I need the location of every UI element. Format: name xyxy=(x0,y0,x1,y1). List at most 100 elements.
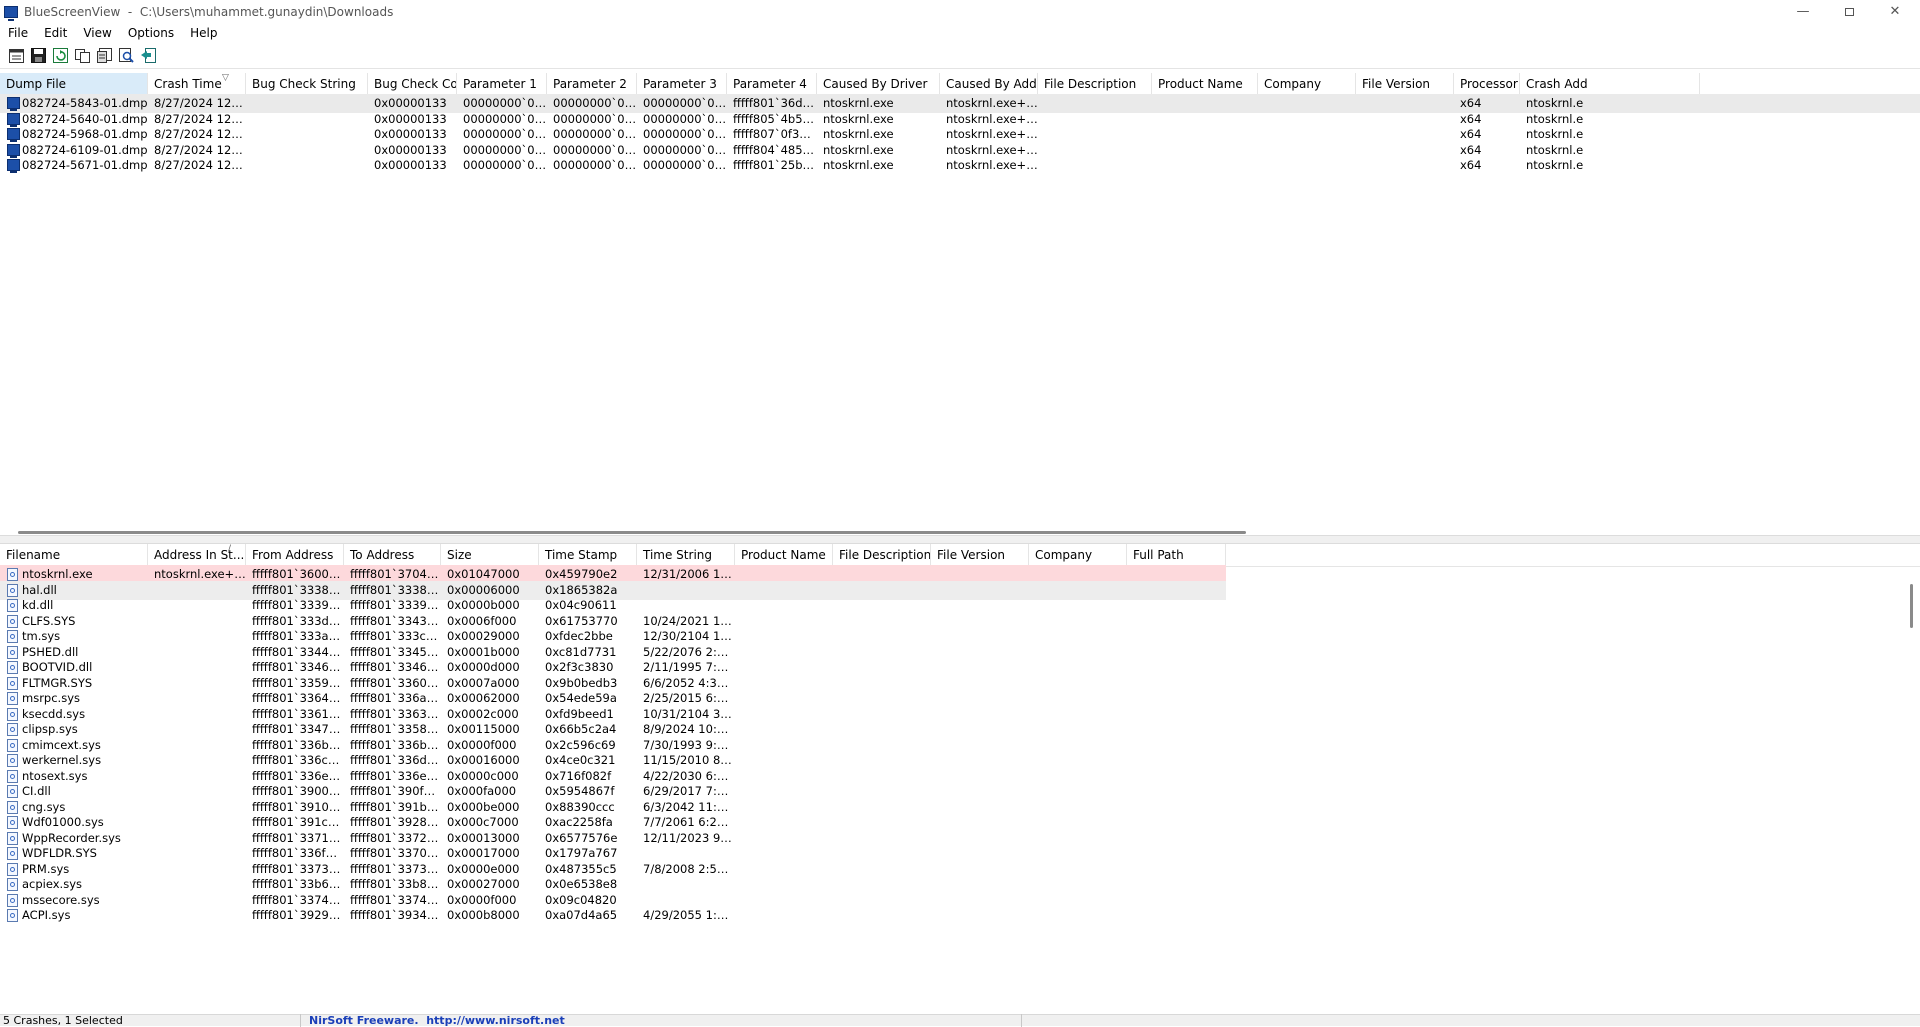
driver-list-vscrollbar[interactable] xyxy=(1908,566,1916,1014)
hscrollbar-thumb[interactable] xyxy=(18,531,1246,534)
crash-cell: x64 xyxy=(1460,158,1482,172)
crash-cell: ntoskrnl.exe+415c... xyxy=(946,158,1038,172)
crash-col-file-description[interactable]: File Description xyxy=(1038,73,1152,95)
crash-col-parameter-3[interactable]: Parameter 3 xyxy=(637,73,727,95)
close-button[interactable]: ✕ xyxy=(1872,0,1918,23)
crash-col-parameter-2[interactable]: Parameter 2 xyxy=(547,73,637,95)
driver-col-to-address[interactable]: To Address xyxy=(344,544,441,566)
driver-cell: fffff801`39290000 xyxy=(252,908,344,922)
copy-button[interactable] xyxy=(74,47,91,64)
crash-cell: 00000000`000005... xyxy=(553,158,637,172)
status-bar: 5 Crashes, 1 Selected NirSoft Freeware. … xyxy=(0,1014,1920,1027)
crash-col-company[interactable]: Company xyxy=(1258,73,1356,95)
driver-cell xyxy=(931,906,1029,925)
status-credit-link[interactable]: NirSoft Freeware. http://www.nirsoft.net xyxy=(300,1014,1022,1027)
exit-icon xyxy=(141,48,156,63)
crash-cell: 00000000`000005... xyxy=(643,158,727,172)
sort-indicator-icon: ▽ xyxy=(222,73,229,83)
crash-col-processor[interactable]: Processor xyxy=(1454,73,1520,95)
driver-col-address-in-st[interactable]: Address In St... xyxy=(148,544,246,566)
exit-button[interactable] xyxy=(140,47,157,64)
properties-button[interactable] xyxy=(96,47,113,64)
crash-col-crash-add[interactable]: Crash Add xyxy=(1520,73,1700,95)
driver-list: Filename Address In St... / From Address To … xyxy=(0,544,1920,1014)
driver-cell xyxy=(833,906,931,925)
crash-cell xyxy=(1258,156,1356,175)
crash-cell xyxy=(246,156,368,175)
driver-col-time-string[interactable]: Time String xyxy=(637,544,735,566)
save-icon xyxy=(31,48,46,63)
pane-splitter[interactable] xyxy=(0,535,1920,544)
driver-cell xyxy=(1029,906,1127,925)
crash-list-header: Dump File Crash Time ▽ Bug Check String Bug … xyxy=(0,73,1920,96)
html-report-button[interactable] xyxy=(8,47,25,64)
crash-list-hscrollbar[interactable] xyxy=(0,528,1920,535)
driver-col-from-address[interactable]: From Address xyxy=(246,544,344,566)
driver-col-time-stamp[interactable]: Time Stamp xyxy=(539,544,637,566)
crash-col-crash-time[interactable]: Crash Time xyxy=(148,73,246,95)
crash-list: Dump File Crash Time ▽ Bug Check String Bug … xyxy=(0,73,1920,535)
crash-col-parameter-4[interactable]: Parameter 4 xyxy=(727,73,817,95)
driver-cell xyxy=(1127,906,1226,925)
copy-icon xyxy=(74,48,90,63)
crash-col-parameter-1[interactable]: Parameter 1 xyxy=(457,73,547,95)
menu-view[interactable]: View xyxy=(75,23,119,43)
crash-col-bug-check-code[interactable]: Bug Check Code xyxy=(368,73,457,95)
crash-row[interactable]: 082724-5671-01.dmp 8/27/2024 12:14:34... 0… xyxy=(0,156,1920,175)
crash-col-bug-check-string[interactable]: Bug Check String xyxy=(246,73,368,95)
crash-col-caused-by-address[interactable]: Caused By Address xyxy=(940,73,1038,95)
minimize-button[interactable]: — xyxy=(1780,0,1826,23)
crash-cell xyxy=(1152,156,1258,175)
driver-cell: fffff801`39348000 xyxy=(350,908,441,922)
crash-col-dump-file[interactable]: Dump File xyxy=(0,73,148,95)
driver-cell: ACPI.sys xyxy=(22,908,71,922)
crash-col-product-name[interactable]: Product Name xyxy=(1152,73,1258,95)
driver-col-filename[interactable]: Filename xyxy=(0,544,148,566)
crash-cell xyxy=(1038,156,1152,175)
find-button[interactable] xyxy=(118,47,135,64)
minimize-icon: — xyxy=(1796,4,1810,19)
driver-col-size[interactable]: Size xyxy=(441,544,539,566)
refresh-button[interactable] xyxy=(52,47,69,64)
app-icon xyxy=(4,5,18,21)
window-title: BlueScreenView - C:\Users\muhammet.gunay… xyxy=(24,4,394,19)
maximize-button[interactable] xyxy=(1826,0,1872,23)
crash-col-caused-by-driver[interactable]: Caused By Driver xyxy=(817,73,940,95)
vscrollbar-thumb[interactable] xyxy=(1910,584,1913,628)
crash-cell xyxy=(1356,156,1454,175)
crash-cell: fffff801`25b1c340 xyxy=(733,158,817,172)
menu-edit[interactable]: Edit xyxy=(36,23,75,43)
driver-row[interactable]: ACPI.sys fffff801`39290000 fffff801`393480… xyxy=(0,906,1226,925)
driver-cell: 0xa07d4a65 xyxy=(545,908,618,922)
driver-cell xyxy=(148,906,246,925)
menu-bar: File Edit View Options Help xyxy=(0,23,1920,43)
crash-cell: 00000000`000000... xyxy=(463,158,547,172)
sort-indicator-icon: / xyxy=(228,544,232,554)
status-summary: 5 Crashes, 1 Selected xyxy=(3,1014,123,1027)
find-icon xyxy=(119,48,134,63)
driver-cell: 4/29/2055 1:53:25 ... xyxy=(643,908,735,922)
close-icon: ✕ xyxy=(1889,4,1901,19)
crash-cell: 8/27/2024 12:14:34... xyxy=(154,158,246,172)
driver-col-product-name[interactable]: Product Name xyxy=(735,544,833,566)
html-report-icon xyxy=(9,48,24,63)
crash-col-file-version[interactable]: File Version xyxy=(1356,73,1454,95)
driver-col-file-description[interactable]: File Description xyxy=(833,544,931,566)
refresh-icon xyxy=(53,48,68,63)
menu-options[interactable]: Options xyxy=(120,23,182,43)
driver-cell: 0x000b8000 xyxy=(447,908,520,922)
crash-cell: 082724-5671-01.dmp xyxy=(22,158,148,172)
driver-cell xyxy=(735,906,833,925)
driver-col-full-path[interactable]: Full Path xyxy=(1127,544,1226,566)
properties-icon xyxy=(97,48,112,63)
title-bar: BlueScreenView - C:\Users\muhammet.gunay… xyxy=(0,0,1920,23)
crash-cell: ntoskrnl.e xyxy=(1526,158,1584,172)
toolbar xyxy=(0,43,1920,69)
crash-cell: 0x00000133 xyxy=(374,158,447,172)
menu-help[interactable]: Help xyxy=(182,23,225,43)
crash-cell: ntoskrnl.exe xyxy=(823,158,894,172)
driver-col-file-version[interactable]: File Version xyxy=(931,544,1029,566)
save-button[interactable] xyxy=(30,47,47,64)
menu-file[interactable]: File xyxy=(0,23,36,43)
driver-col-company[interactable]: Company xyxy=(1029,544,1127,566)
